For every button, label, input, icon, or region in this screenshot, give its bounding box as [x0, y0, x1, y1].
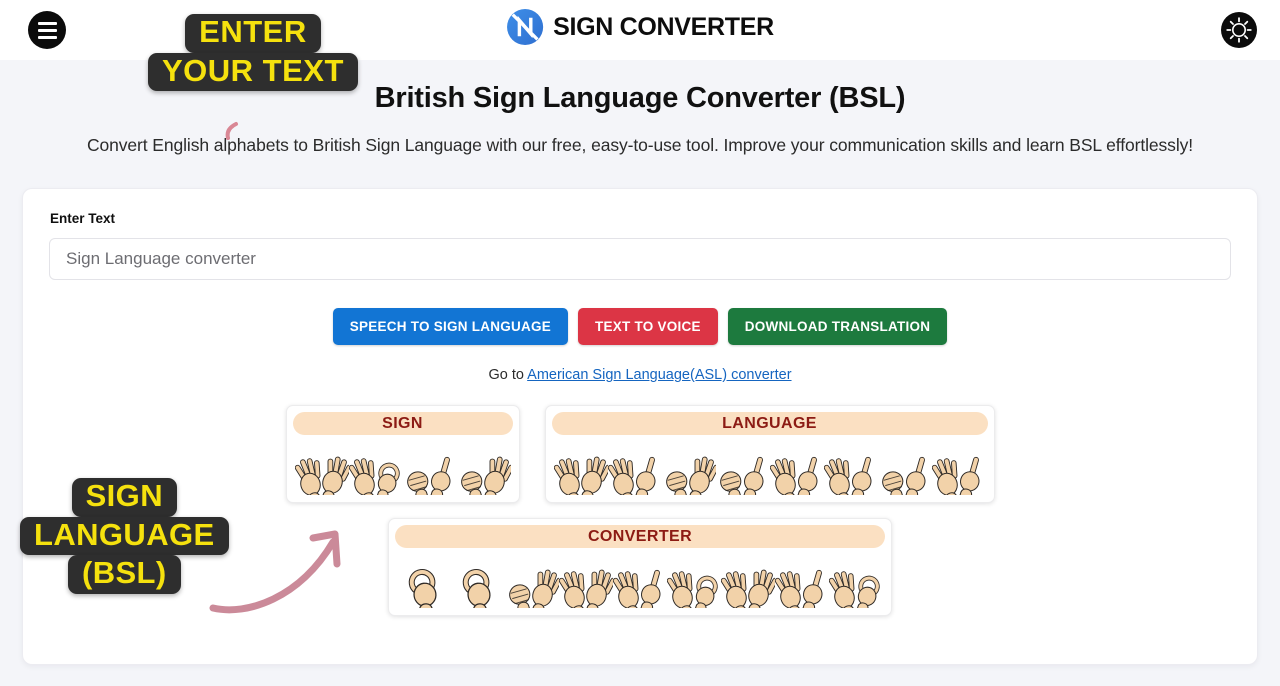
hamburger-menu-button[interactable]	[28, 11, 66, 49]
bsl-hand-sign-R	[829, 571, 880, 608]
asl-converter-row: Go to American Sign Language(ASL) conver…	[49, 367, 1231, 383]
hand-sign-strip	[395, 548, 885, 610]
speech-to-sign-language-button[interactable]: SPEECH TO SIGN LANGUAGE	[332, 308, 569, 345]
bsl-hand-sign-G	[881, 456, 926, 495]
text-to-voice-button[interactable]: TEXT TO VOICE	[578, 308, 718, 345]
bsl-hand-sign-G	[406, 456, 451, 495]
word-card-sign: SIGN	[285, 405, 520, 503]
hero-section: British Sign Language Converter (BSL) Co…	[0, 60, 1280, 156]
hand-sign-strip	[293, 435, 513, 497]
translation-row: CONVERTER	[49, 518, 1231, 616]
enter-text-label: Enter Text	[50, 211, 116, 226]
translation-output: SIGN LANGUAGE CONVERTER	[49, 405, 1231, 616]
hamburger-bar-3	[37, 35, 57, 39]
hand-sign-strip	[552, 435, 988, 497]
bsl-hand-sign-E	[775, 569, 823, 608]
bsl-hand-sign-O	[462, 568, 491, 608]
bsl-hand-sign-L	[553, 456, 608, 495]
bsl-hand-sign-R	[667, 571, 718, 608]
word-card-label: SIGN	[292, 412, 513, 435]
brand-name: SIGN CONVERTER	[553, 12, 774, 41]
action-button-row: SPEECH TO SIGN LANGUAGE TEXT TO VOICE DO…	[49, 308, 1231, 345]
bsl-hand-sign-N	[665, 456, 716, 495]
hamburger-bar-2	[37, 28, 57, 32]
word-card-language: LANGUAGE	[544, 405, 995, 503]
brand-logo-link[interactable]: SIGN CONVERTER	[506, 8, 774, 46]
bsl-hand-sign-V	[559, 569, 613, 608]
n-monogram-logo-icon	[507, 8, 544, 46]
bsl-hand-sign-S	[294, 456, 349, 495]
theme-toggle-button[interactable]	[1220, 11, 1258, 49]
bsl-hand-sign-I	[348, 458, 400, 495]
page-subtitle: Convert English alphabets to British Sig…	[86, 135, 1194, 155]
bsl-hand-sign-A	[607, 456, 656, 495]
bsl-hand-sign-N	[509, 569, 559, 608]
download-translation-button[interactable]: DOWNLOAD TRANSLATION	[727, 308, 948, 345]
asl-converter-link[interactable]: American Sign Language(ASL) converter	[527, 367, 791, 383]
word-card-converter: CONVERTER	[388, 518, 892, 616]
bsl-hand-sign-E	[613, 569, 661, 608]
bsl-hand-sign-G	[719, 456, 764, 495]
hamburger-bar-1	[37, 21, 57, 25]
word-card-label: CONVERTER	[395, 525, 885, 548]
bsl-hand-sign-N	[460, 456, 511, 495]
word-card-label: LANGUAGE	[551, 412, 988, 435]
translation-row: SIGN LANGUAGE	[49, 405, 1231, 503]
text-input[interactable]	[49, 238, 1231, 280]
bsl-hand-sign-E	[931, 456, 980, 495]
sun-brightness-icon	[1221, 12, 1257, 48]
app-header: SIGN CONVERTER	[0, 0, 1280, 60]
bsl-hand-sign-T	[721, 569, 775, 608]
goto-prefix: Go to	[488, 367, 524, 383]
bsl-hand-sign-C	[408, 568, 437, 608]
page-title: British Sign Language Converter (BSL)	[374, 82, 906, 114]
bsl-hand-sign-U	[769, 456, 818, 495]
converter-panel: Enter Text SPEECH TO SIGN LANGUAGE TEXT …	[22, 188, 1258, 665]
bsl-hand-sign-A	[823, 456, 872, 495]
